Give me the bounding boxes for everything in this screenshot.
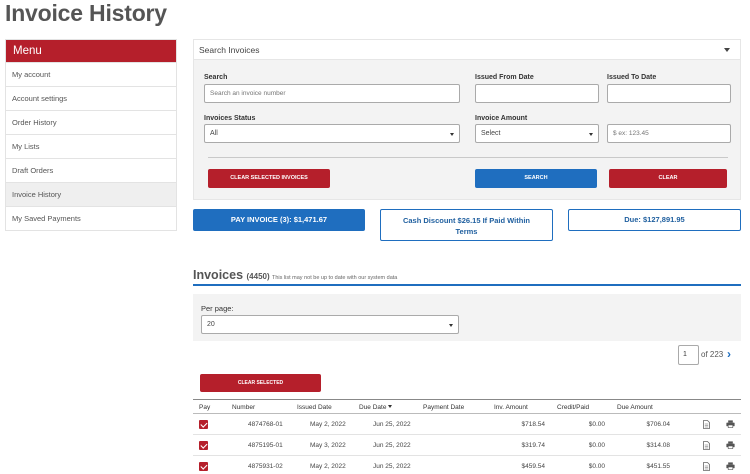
issued-date: May 2, 2022 <box>310 421 346 428</box>
clear-button[interactable]: CLEAR <box>609 169 727 188</box>
chevron-down-icon <box>724 48 730 52</box>
document-icon[interactable] <box>703 441 710 450</box>
sidebar-item-my-lists[interactable]: My Lists <box>6 134 176 158</box>
sidebar-item-order-history[interactable]: Order History <box>6 110 176 134</box>
sidebar-item-invoice-history[interactable]: Invoice History <box>6 182 176 206</box>
page-total: of 223 <box>701 350 724 359</box>
issued-to-input[interactable] <box>607 84 731 103</box>
invoices-count: (4450) <box>246 272 270 281</box>
printer-icon[interactable] <box>726 420 735 428</box>
due-amount: $314.08 <box>646 442 671 449</box>
col-number[interactable]: Number <box>232 404 255 411</box>
credit-paid: $0.00 <box>588 463 605 470</box>
search-form: Search Issued From Date Issued To Date I… <box>194 60 740 199</box>
sidebar-item-draft-orders[interactable]: Draft Orders <box>6 158 176 182</box>
table-row: 4874768-01 May 2, 2022 Jun 25, 2022 $718… <box>193 414 741 435</box>
sort-desc-icon <box>388 405 393 408</box>
chevron-down-icon <box>589 133 593 136</box>
sidebar-item-account-settings[interactable]: Account settings <box>6 86 176 110</box>
page-number-input[interactable]: 1 <box>678 345 699 365</box>
form-divider <box>208 157 728 158</box>
col-due-date[interactable]: Due Date <box>359 404 393 411</box>
col-due-date-label: Due Date <box>359 404 387 411</box>
per-page-select[interactable]: 20 <box>201 315 459 334</box>
due-total-box: Due: $127,891.95 <box>568 209 741 231</box>
pay-checkbox[interactable] <box>199 441 208 450</box>
pay-checkbox[interactable] <box>199 420 208 429</box>
chevron-down-icon <box>450 133 454 136</box>
issued-from-input[interactable] <box>475 84 599 103</box>
invoices-title: Invoices <box>193 268 244 282</box>
search-label: Search <box>204 74 228 81</box>
chevron-down-icon <box>449 324 453 327</box>
amount-select-value: Select <box>481 130 501 137</box>
printer-icon[interactable] <box>726 441 735 449</box>
search-invoices-panel: Search Invoices Search Issued From Date … <box>193 39 741 200</box>
col-inv-amount[interactable]: Inv. Amount <box>494 404 528 411</box>
table-row: 4875195-01 May 3, 2022 Jun 25, 2022 $319… <box>193 435 741 456</box>
search-button[interactable]: SEARCH <box>475 169 597 188</box>
inv-amount: $319.74 <box>521 442 546 449</box>
col-due-amount[interactable]: Due Amount <box>617 404 653 411</box>
search-panel-title: Search Invoices <box>199 45 260 55</box>
col-issued-date[interactable]: Issued Date <box>297 404 332 411</box>
printer-icon[interactable] <box>726 462 735 470</box>
status-select-value: All <box>210 130 218 137</box>
col-credit-paid[interactable]: Credit/Paid <box>557 404 589 411</box>
cash-discount-box: Cash Discount $26.15 If Paid Within Term… <box>380 209 553 241</box>
due-date: Jun 25, 2022 <box>373 421 411 428</box>
amount-select[interactable]: Select <box>475 124 599 143</box>
per-page-label: Per page: <box>201 304 234 313</box>
col-payment-date[interactable]: Payment Date <box>423 404 464 411</box>
chevron-right-icon[interactable]: › <box>727 347 731 361</box>
due-date: Jun 25, 2022 <box>373 463 411 470</box>
issued-date: May 2, 2022 <box>310 463 346 470</box>
credit-paid: $0.00 <box>588 421 605 428</box>
page-title: Invoice History <box>5 0 167 26</box>
clear-selected-button[interactable]: CLEAR SELECTED <box>200 374 321 392</box>
account-sidebar: Menu My account Account settings Order H… <box>5 39 177 231</box>
status-select[interactable]: All <box>204 124 460 143</box>
issued-to-label: Issued To Date <box>607 74 657 81</box>
per-page-value: 20 <box>207 321 215 328</box>
issued-from-label: Issued From Date <box>475 74 534 81</box>
amount-label: Invoice Amount <box>475 115 528 122</box>
search-input[interactable] <box>204 84 460 103</box>
invoice-number[interactable]: 4875931-02 <box>248 463 283 470</box>
per-page-panel: Per page: 20 <box>193 294 741 341</box>
invoices-rule <box>193 284 741 286</box>
invoices-note: This list may not be up to date with our… <box>272 275 398 281</box>
invoices-table: Pay Number Issued Date Due Date Payment … <box>193 399 741 474</box>
issued-date: May 3, 2022 <box>310 442 346 449</box>
pay-checkbox[interactable] <box>199 462 208 471</box>
inv-amount: $718.54 <box>521 421 546 428</box>
sidebar-header: Menu <box>6 40 176 62</box>
document-icon[interactable] <box>703 462 710 471</box>
due-amount: $706.04 <box>646 421 671 428</box>
status-label: Invoices Status <box>204 115 256 122</box>
invoices-heading: Invoices (4450) <box>193 268 270 282</box>
credit-paid: $0.00 <box>588 442 605 449</box>
col-pay: Pay <box>199 404 211 411</box>
sidebar-item-saved-payments[interactable]: My Saved Payments <box>6 206 176 230</box>
amount-input[interactable] <box>607 124 731 143</box>
due-date: Jun 25, 2022 <box>373 442 411 449</box>
document-icon[interactable] <box>703 420 710 429</box>
table-row: 4875931-02 May 2, 2022 Jun 25, 2022 $459… <box>193 456 741 474</box>
invoice-number[interactable]: 4875195-01 <box>248 442 283 449</box>
clear-selected-invoices-button[interactable]: CLEAR SELECTED INVOICES <box>208 169 330 188</box>
invoice-number[interactable]: 4874768-01 <box>248 421 283 428</box>
due-amount: $451.55 <box>646 463 671 470</box>
sidebar-item-my-account[interactable]: My account <box>6 62 176 86</box>
search-panel-toggle[interactable]: Search Invoices <box>194 40 740 60</box>
inv-amount: $459.54 <box>521 463 546 470</box>
table-header: Pay Number Issued Date Due Date Payment … <box>193 399 741 414</box>
pay-invoice-button[interactable]: PAY INVOICE (3): $1,471.67 <box>193 209 365 231</box>
